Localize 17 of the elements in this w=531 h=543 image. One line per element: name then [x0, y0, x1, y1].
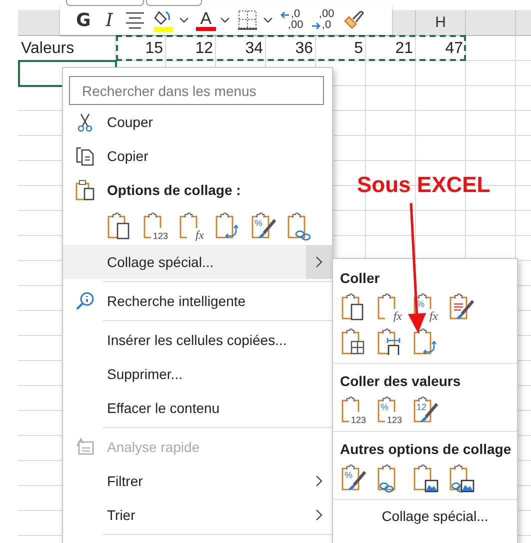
section-heading: Coller des valeurs	[339, 372, 462, 391]
decimal-label: ,0	[322, 20, 332, 31]
table-cell: 34	[245, 40, 263, 58]
section-heading: Options de collage :	[107, 182, 241, 198]
table-cell: 15	[145, 40, 163, 58]
section-heading: Coller	[339, 269, 381, 288]
table-cell: 12	[195, 40, 213, 58]
table-cell: 21	[395, 40, 413, 58]
table-cell: 47	[445, 40, 463, 58]
annotation-text: Sous EXCEL	[357, 172, 490, 198]
decimal-label: ,00	[318, 9, 334, 20]
table-cell: 36	[295, 40, 313, 58]
decimal-label: ,00	[288, 20, 304, 31]
table-cell: Valeurs	[21, 40, 74, 58]
section-heading: Autres options de collage	[339, 440, 512, 459]
table-cell: 5	[354, 40, 363, 58]
decimal-label: ,0	[290, 9, 300, 20]
